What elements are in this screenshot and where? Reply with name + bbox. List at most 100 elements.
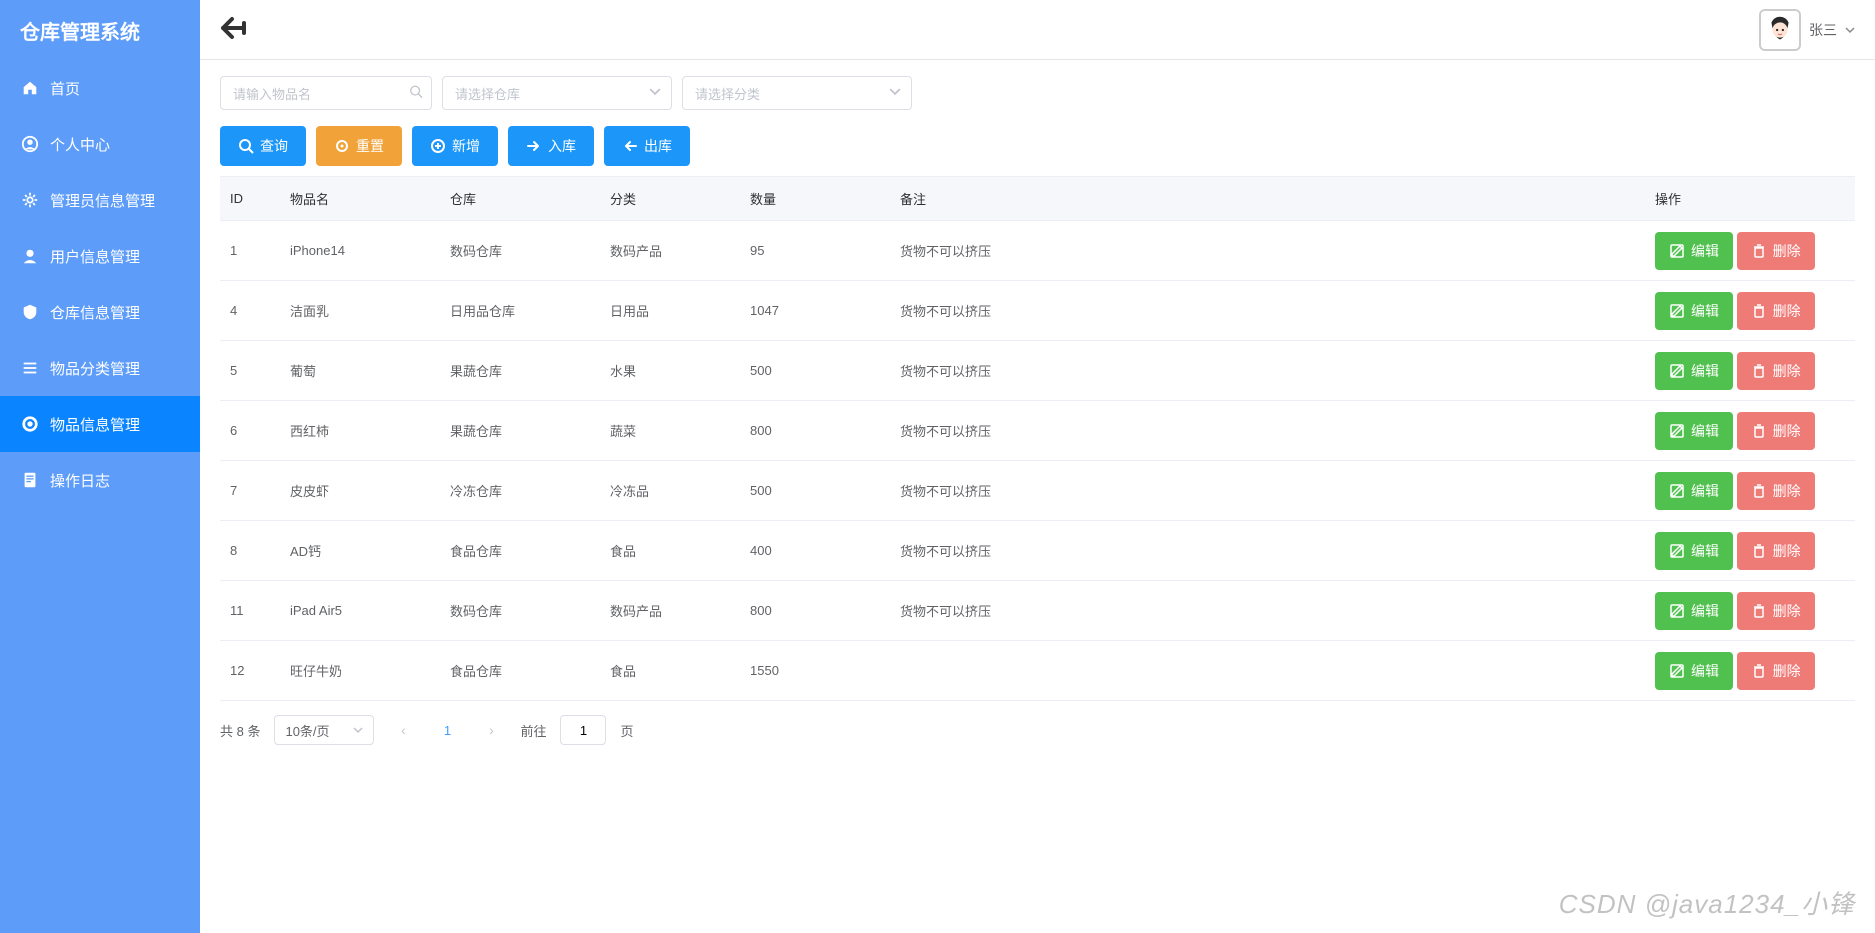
add-button[interactable]: 新增 — [412, 126, 498, 166]
delete-button[interactable]: 删除 — [1737, 592, 1815, 630]
action-row: 查询 重置 新增 入库 出库 — [220, 126, 1855, 166]
user-menu[interactable]: 张三 — [1759, 9, 1855, 51]
search-input[interactable]: 请输入物品名 — [220, 76, 432, 110]
delete-button[interactable]: 删除 — [1737, 472, 1815, 510]
cell-warehouse: 果蔬仓库 — [440, 401, 600, 461]
warehouse-placeholder: 请选择仓库 — [455, 84, 520, 103]
arrow-in-icon — [526, 138, 542, 154]
user-name: 张三 — [1809, 20, 1837, 40]
th-category: 分类 — [600, 177, 740, 221]
edit-button[interactable]: 编辑 — [1655, 532, 1733, 570]
cell-remark — [890, 641, 1645, 701]
cell-id: 7 — [220, 461, 280, 521]
category-select[interactable]: 请选择分类 — [682, 76, 912, 110]
cell-id: 8 — [220, 521, 280, 581]
th-warehouse: 仓库 — [440, 177, 600, 221]
chevron-down-icon — [1845, 25, 1855, 35]
sidebar-item-admin[interactable]: 管理员信息管理 — [0, 172, 200, 228]
back-button[interactable] — [220, 15, 252, 44]
chevron-down-icon — [353, 725, 363, 735]
cell-name: 葡萄 — [280, 341, 440, 401]
trash-icon — [1751, 483, 1767, 499]
prev-page-button[interactable]: ‹ — [388, 715, 418, 745]
edit-icon — [1669, 363, 1685, 379]
sidebar-item-users[interactable]: 用户信息管理 — [0, 228, 200, 284]
table-row: 7皮皮虾冷冻仓库冷冻品500货物不可以挤压编辑 删除 — [220, 461, 1855, 521]
th-op: 操作 — [1645, 177, 1855, 221]
cell-quantity: 1047 — [740, 281, 890, 341]
edit-button[interactable]: 编辑 — [1655, 652, 1733, 690]
sidebar-item-goods[interactable]: 物品信息管理 — [0, 396, 200, 452]
delete-button[interactable]: 删除 — [1737, 352, 1815, 390]
th-remark: 备注 — [890, 177, 1645, 221]
query-button[interactable]: 查询 — [220, 126, 306, 166]
cell-quantity: 400 — [740, 521, 890, 581]
goods-table: ID 物品名 仓库 分类 数量 备注 操作 1iPhone14数码仓库数码产品9… — [220, 176, 1855, 701]
cell-quantity: 95 — [740, 221, 890, 281]
sidebar-item-categories[interactable]: 物品分类管理 — [0, 340, 200, 396]
sidebar-item-personal[interactable]: 个人中心 — [0, 116, 200, 172]
next-page-button[interactable]: › — [476, 715, 506, 745]
cell-warehouse: 果蔬仓库 — [440, 341, 600, 401]
back-arrow-icon — [220, 15, 252, 41]
current-page[interactable]: 1 — [432, 715, 462, 745]
reset-button[interactable]: 重置 — [316, 126, 402, 166]
cell-name: 西红柿 — [280, 401, 440, 461]
cell-quantity: 500 — [740, 461, 890, 521]
total-text: 共 8 条 — [220, 721, 260, 740]
cell-name: iPhone14 — [280, 221, 440, 281]
cell-category: 食品 — [600, 521, 740, 581]
search-icon — [409, 85, 423, 102]
edit-icon — [1669, 243, 1685, 259]
delete-button[interactable]: 删除 — [1737, 292, 1815, 330]
trash-icon — [1751, 423, 1767, 439]
cell-warehouse: 食品仓库 — [440, 641, 600, 701]
edit-button[interactable]: 编辑 — [1655, 412, 1733, 450]
table-row: 6西红柿果蔬仓库蔬菜800货物不可以挤压编辑 删除 — [220, 401, 1855, 461]
trash-icon — [1751, 543, 1767, 559]
cell-category: 数码产品 — [600, 221, 740, 281]
sidebar-item-home[interactable]: 首页 — [0, 60, 200, 116]
cell-remark: 货物不可以挤压 — [890, 581, 1645, 641]
edit-button[interactable]: 编辑 — [1655, 352, 1733, 390]
trash-icon — [1751, 663, 1767, 679]
edit-button[interactable]: 编辑 — [1655, 592, 1733, 630]
edit-icon — [1669, 483, 1685, 499]
gear-icon — [20, 190, 40, 210]
cell-warehouse: 数码仓库 — [440, 221, 600, 281]
cell-name: 皮皮虾 — [280, 461, 440, 521]
sidebar-item-warehouses[interactable]: 仓库信息管理 — [0, 284, 200, 340]
nav-list: 首页个人中心管理员信息管理用户信息管理仓库信息管理物品分类管理物品信息管理操作日… — [0, 60, 200, 508]
th-id: ID — [220, 177, 280, 221]
filter-row: 请输入物品名 请选择仓库 请选择分类 — [220, 76, 1855, 110]
delete-button[interactable]: 删除 — [1737, 652, 1815, 690]
edit-button[interactable]: 编辑 — [1655, 472, 1733, 510]
edit-icon — [1669, 423, 1685, 439]
sidebar-item-label: 物品分类管理 — [50, 358, 140, 379]
cell-id: 11 — [220, 581, 280, 641]
delete-button[interactable]: 删除 — [1737, 532, 1815, 570]
edit-button[interactable]: 编辑 — [1655, 232, 1733, 270]
warehouse-select[interactable]: 请选择仓库 — [442, 76, 672, 110]
sidebar-item-logs[interactable]: 操作日志 — [0, 452, 200, 508]
cell-id: 12 — [220, 641, 280, 701]
cell-quantity: 1550 — [740, 641, 890, 701]
cell-name: AD钙 — [280, 521, 440, 581]
page-size-select[interactable]: 10条/页 — [274, 715, 374, 745]
delete-button[interactable]: 删除 — [1737, 232, 1815, 270]
cell-op: 编辑 删除 — [1645, 281, 1855, 341]
stock-out-button[interactable]: 出库 — [604, 126, 690, 166]
cell-remark: 货物不可以挤压 — [890, 461, 1645, 521]
cell-quantity: 500 — [740, 341, 890, 401]
stock-in-button[interactable]: 入库 — [508, 126, 594, 166]
edit-icon — [1669, 663, 1685, 679]
edit-button[interactable]: 编辑 — [1655, 292, 1733, 330]
arrow-out-icon — [622, 138, 638, 154]
delete-button[interactable]: 删除 — [1737, 412, 1815, 450]
sidebar-item-label: 用户信息管理 — [50, 246, 140, 267]
goto-input[interactable] — [560, 715, 606, 745]
table-row: 8AD钙食品仓库食品400货物不可以挤压编辑 删除 — [220, 521, 1855, 581]
cell-op: 编辑 删除 — [1645, 401, 1855, 461]
cell-id: 4 — [220, 281, 280, 341]
th-quantity: 数量 — [740, 177, 890, 221]
